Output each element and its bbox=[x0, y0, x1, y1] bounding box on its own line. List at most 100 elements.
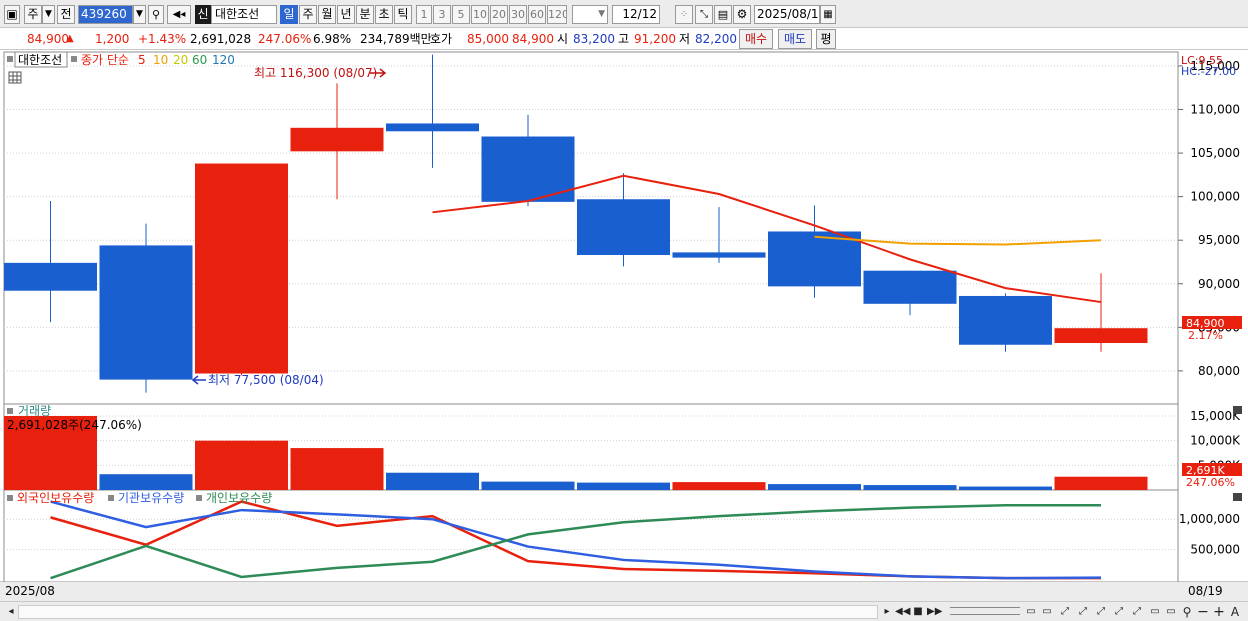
avg-button[interactable]: 평 bbox=[816, 29, 836, 49]
volume-bar bbox=[959, 486, 1052, 490]
candle-body bbox=[195, 163, 288, 374]
speaker-icon[interactable]: ◀◂ bbox=[167, 5, 191, 24]
volume-bar bbox=[386, 472, 479, 490]
page-count-field[interactable]: 12/12 bbox=[612, 5, 660, 24]
period-button-2[interactable]: 월 bbox=[318, 5, 336, 24]
buy-button[interactable]: 매수 bbox=[739, 29, 773, 49]
toolbar: ▣ 주 ▼ 전 439260 ▼ ⚲ ◀◂ 신 대한조선 일주월년분초틱 135… bbox=[0, 0, 1248, 28]
code-dropdown-icon[interactable]: ▼ bbox=[133, 5, 146, 24]
period-button-1[interactable]: 주 bbox=[299, 5, 317, 24]
chart-area[interactable]: 80,00085,00090,00095,000100,000105,00011… bbox=[0, 50, 1248, 601]
zoom-icon[interactable]: ⚲ bbox=[1180, 604, 1194, 620]
interval-button-5[interactable]: 5 bbox=[452, 5, 470, 24]
chart-tool-icon[interactable]: ⤢ bbox=[1076, 604, 1090, 620]
search-icon[interactable]: ⚲ bbox=[148, 5, 164, 24]
legend-stock-name: 대한조선 bbox=[18, 53, 62, 67]
low-label: 저 bbox=[679, 32, 691, 46]
price-tick-label: 100,000 bbox=[1190, 190, 1240, 204]
volume-info: 2,691,028주(247.06%) bbox=[7, 418, 142, 432]
chart-tool-icon[interactable]: ▭ bbox=[1040, 604, 1054, 620]
interval-button-3[interactable]: 3 bbox=[433, 5, 451, 24]
open-price: 83,200 bbox=[573, 32, 615, 46]
volume-percent: 247.06% bbox=[1186, 476, 1235, 489]
chevron-down-icon: ▼ bbox=[598, 9, 605, 19]
legend-square-icon bbox=[7, 408, 13, 414]
interval-dropdown[interactable]: ▼ bbox=[572, 5, 608, 24]
grid-toggle-icon[interactable] bbox=[8, 71, 22, 84]
crosshair-icon[interactable]: ⤡ bbox=[695, 5, 713, 24]
mode-button[interactable]: 주 bbox=[24, 5, 42, 24]
legend-square-icon bbox=[108, 495, 114, 501]
window-icon[interactable]: ▣ bbox=[4, 5, 20, 24]
stop-icon[interactable]: ■ bbox=[911, 604, 925, 620]
legend-ma-120: 120 bbox=[212, 53, 235, 67]
period-button-5[interactable]: 초 bbox=[375, 5, 393, 24]
font-size-icon[interactable]: A bbox=[1228, 604, 1242, 620]
price-tick-label: 90,000 bbox=[1198, 277, 1240, 291]
chart-tool-icon[interactable]: ⤢ bbox=[1130, 604, 1144, 620]
sell-button[interactable]: 매도 bbox=[778, 29, 812, 49]
legend-individual: 개인보유수량 bbox=[206, 491, 272, 505]
fast-forward-icon[interactable]: ▶▶ bbox=[927, 604, 942, 620]
price-chart-svg[interactable]: 80,00085,00090,00095,000100,000105,00011… bbox=[0, 50, 1248, 601]
stock-code-input[interactable]: 439260 bbox=[78, 5, 133, 24]
ask-price-2: 84,900 bbox=[512, 32, 554, 46]
holders-tick-label: 1,000,000 bbox=[1179, 512, 1240, 526]
calendar-icon[interactable]: ▦ bbox=[820, 5, 836, 24]
date-input[interactable]: 2025/08/19 bbox=[754, 5, 820, 24]
zoom-in-icon[interactable]: + bbox=[1212, 604, 1226, 620]
chart-tool-icon[interactable]: ⤢ bbox=[1094, 604, 1108, 620]
candle-body bbox=[99, 245, 193, 380]
interval-button-20[interactable]: 20 bbox=[490, 5, 508, 24]
chart-tool-icon[interactable]: ⤢ bbox=[1058, 604, 1072, 620]
open-label: 시 bbox=[557, 32, 569, 46]
price-tick-label: 95,000 bbox=[1198, 233, 1240, 247]
volume-tick-label: 10,000K bbox=[1190, 434, 1241, 448]
chart-tool-icon[interactable]: ⤢ bbox=[1112, 604, 1126, 620]
close-panel-icon[interactable] bbox=[1233, 493, 1242, 501]
candle-body bbox=[863, 270, 957, 304]
close-panel-icon[interactable] bbox=[1233, 406, 1242, 414]
last-price: 84,900 bbox=[27, 32, 69, 46]
x-axis-end-label: 08/19 bbox=[1188, 584, 1223, 598]
chart-tool-icon[interactable]: ▭ bbox=[1024, 604, 1038, 620]
low-annotation: 최저 77,500 (08/04) bbox=[208, 373, 324, 387]
rewind-icon[interactable]: ◀◀ bbox=[895, 604, 910, 620]
interval-button-1[interactable]: 1 bbox=[416, 5, 432, 24]
scroll-right-icon[interactable]: ▸ bbox=[880, 604, 894, 620]
bottom-scroll-bar: ◂ ▸ ◀◀ ■ ▶▶ ▭ ▭ ⤢ ⤢ ⤢ ⤢ ⤢ ▭ ▭ ⚲ − + A bbox=[0, 601, 1248, 621]
volume-bar bbox=[672, 482, 766, 490]
legend-foreign: 외국인보유수량 bbox=[17, 491, 94, 505]
chart-tool-icon[interactable]: ▭ bbox=[1148, 604, 1162, 620]
legend-ma-60: 60 bbox=[192, 53, 207, 67]
volume-bar bbox=[481, 481, 575, 490]
new-listing-badge: 신 bbox=[195, 5, 211, 24]
chevron-down-icon[interactable]: ▼ bbox=[42, 5, 55, 24]
interval-button-10[interactable]: 10 bbox=[471, 5, 489, 24]
candle-body bbox=[4, 262, 97, 291]
chart-tool-icon[interactable]: ▭ bbox=[1164, 604, 1178, 620]
zoom-out-icon[interactable]: − bbox=[1196, 604, 1210, 620]
interval-button-60[interactable]: 60 bbox=[528, 5, 546, 24]
legend-ma-10: 10 bbox=[153, 53, 168, 67]
last-percent: 2.17% bbox=[1188, 329, 1223, 342]
period-button-3[interactable]: 년 bbox=[337, 5, 355, 24]
volume-legend: 거래량 bbox=[18, 404, 51, 418]
holders-tick-label: 500,000 bbox=[1190, 543, 1240, 557]
scroll-left-icon[interactable]: ◂ bbox=[4, 604, 18, 620]
save-icon[interactable]: ▤ bbox=[714, 5, 732, 24]
legend-ma-title: 종가 단순 bbox=[81, 53, 129, 67]
period-button-4[interactable]: 분 bbox=[356, 5, 374, 24]
period-button-0[interactable]: 일 bbox=[280, 5, 298, 24]
interval-button-30[interactable]: 30 bbox=[509, 5, 527, 24]
legend-ma-20: 20 bbox=[173, 53, 188, 67]
gear-icon[interactable]: ⚙ bbox=[733, 5, 751, 24]
period-button-6[interactable]: 틱 bbox=[394, 5, 412, 24]
horizontal-scrollbar[interactable] bbox=[18, 605, 878, 619]
change-value: 1,200 bbox=[95, 32, 130, 46]
stock-name-field[interactable]: 대한조선 bbox=[211, 5, 277, 24]
zoom-slider[interactable] bbox=[950, 607, 1020, 615]
link-icon[interactable]: ⁘ bbox=[675, 5, 693, 24]
prev-button[interactable]: 전 bbox=[57, 5, 75, 24]
interval-button-120[interactable]: 120 bbox=[547, 5, 567, 24]
